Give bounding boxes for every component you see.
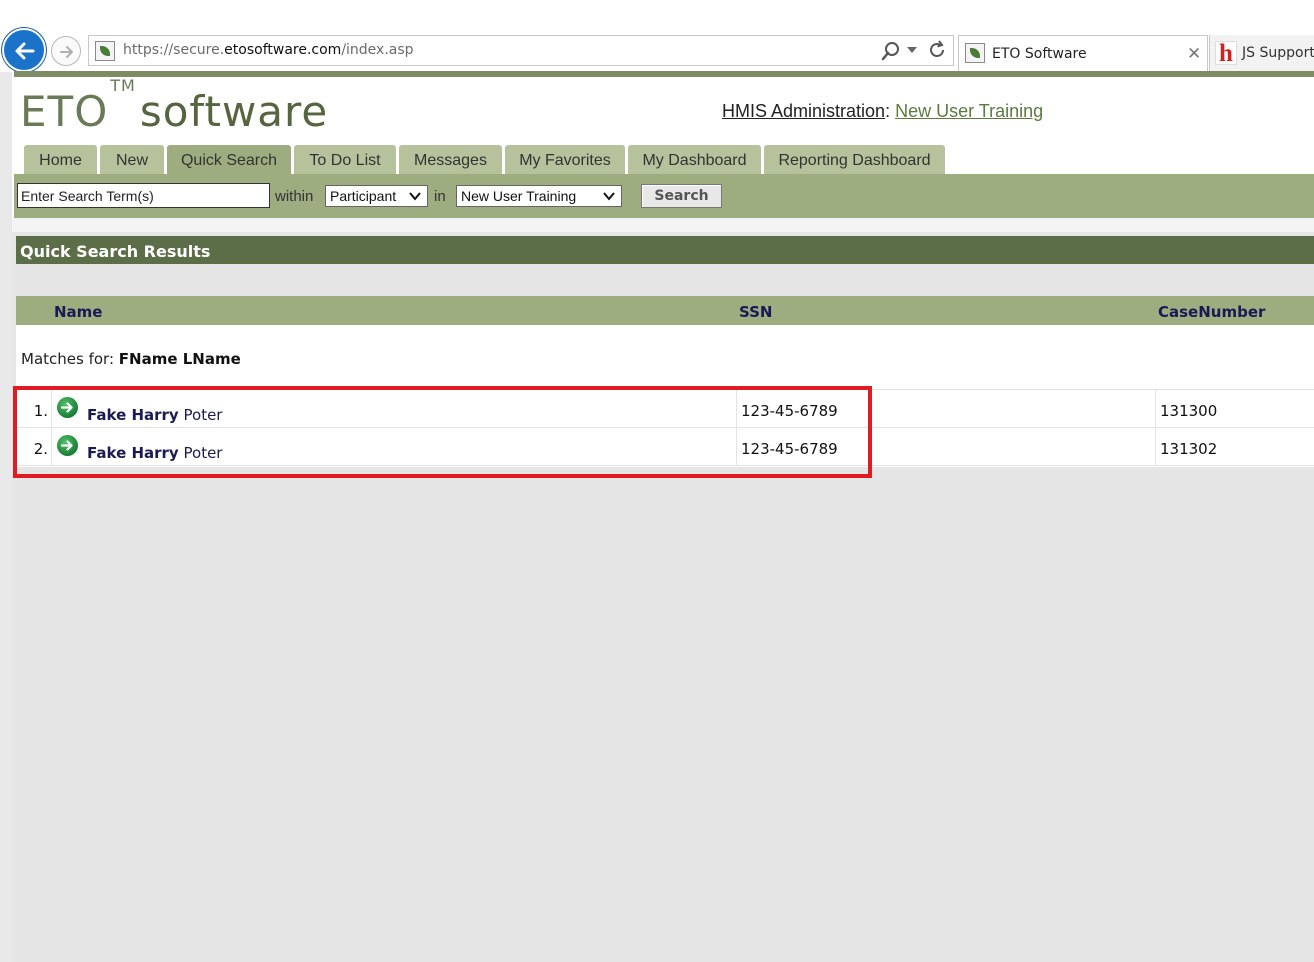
tab-to-do-list[interactable]: To Do List [294,145,396,175]
address-bar[interactable]: https://secure.etosoftware.com/index.asp [88,35,954,66]
quick-search-bar: within Participant in New User Training … [14,174,1314,218]
program-select[interactable]: New User Training [456,185,622,207]
program-breadcrumb: HMIS Administration: New User Training [722,101,1044,121]
column-header-name[interactable]: Name [54,303,102,321]
refresh-icon[interactable] [927,40,947,60]
hmis-administration-link[interactable]: HMIS Administration [722,101,885,121]
results-header: Quick Search Results [16,236,1314,264]
results-column-header: Name SSN CaseNumber [16,296,1314,325]
site-favicon-icon [965,43,985,63]
tab-title: ETO Software [992,46,1087,62]
url-text[interactable]: https://secure.etosoftware.com/index.asp [123,42,414,58]
matches-text: Matches for: FName LName [21,350,241,368]
eto-logo: ETOTMsoftware [20,76,329,136]
search-icon[interactable] [881,41,901,61]
matches-row: Matches for: FName LName [16,325,1314,389]
tab-new[interactable]: New [100,145,164,175]
matches-query: FName LName [118,350,241,368]
back-arrow-icon [15,42,35,60]
tab-quick-search[interactable]: Quick Search [167,145,291,175]
column-header-casenumber[interactable]: CaseNumber [1158,303,1265,321]
within-label: within [275,188,314,205]
column-header-ssn[interactable]: SSN [739,303,773,321]
tab-my-favorites[interactable]: My Favorites [505,145,625,175]
case-number-cell: 131302 [1160,440,1218,458]
close-icon[interactable]: ✕ [1187,44,1201,64]
content-divider [12,218,1314,232]
chevron-down-icon [603,192,615,201]
page-top-strip [14,71,1314,77]
search-button[interactable]: Search [641,184,722,208]
page-title: Quick Search Results [20,242,211,261]
program-link[interactable]: New User Training [895,101,1043,121]
browser-tab-inactive[interactable]: h JS Support [1209,35,1314,71]
back-button[interactable] [2,28,46,72]
within-select[interactable]: Participant [325,185,428,207]
forward-button[interactable] [51,36,81,66]
chevron-down-icon [409,192,421,201]
browser-tab-active[interactable]: ETO Software ✕ [958,35,1208,71]
tab-messages[interactable]: Messages [399,145,502,175]
site-favicon-icon [95,41,115,61]
tab-reporting-dashboard[interactable]: Reporting Dashboard [764,145,945,175]
forward-arrow-icon [60,46,73,58]
annotation-highlight-box [13,386,872,478]
tab-my-dashboard[interactable]: My Dashboard [628,145,761,175]
tab-home[interactable]: Home [24,145,97,175]
search-term-input[interactable] [17,183,270,208]
h-logo-icon: h [1215,40,1237,67]
tab-title: JS Support [1242,45,1314,61]
dropdown-icon[interactable] [907,47,917,53]
in-label: in [434,188,446,205]
browser-chrome: https://secure.etosoftware.com/index.asp… [0,0,1314,72]
page-left-edge [0,72,12,962]
case-number-cell: 131300 [1160,402,1218,420]
